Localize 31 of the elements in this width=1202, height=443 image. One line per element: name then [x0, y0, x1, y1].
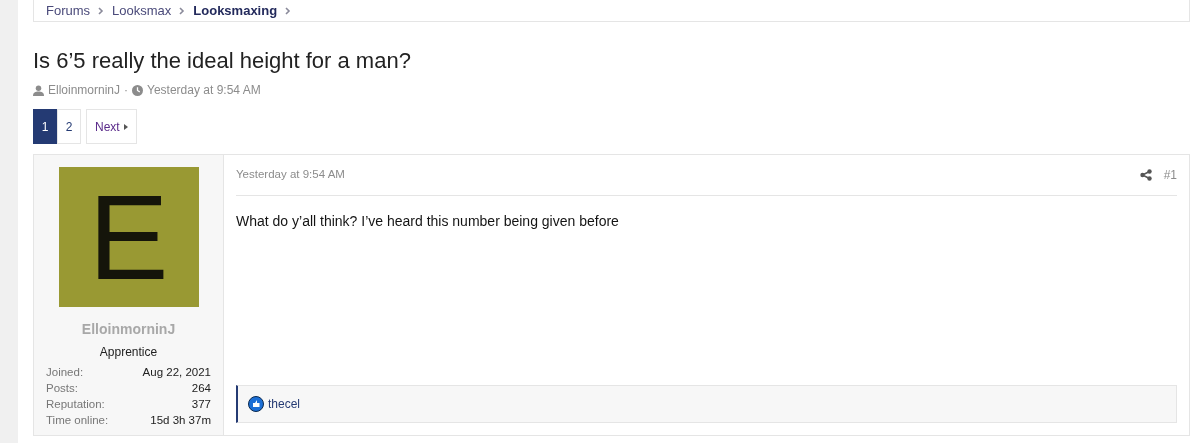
breadcrumb-link[interactable]: Forums: [46, 0, 91, 21]
post-body: What do y’all think? I’ve heard this number being given before: [236, 212, 620, 231]
separator: ·: [124, 82, 129, 99]
author-link[interactable]: ElloinmorninJ: [48, 81, 121, 99]
stat-label: Time online:: [46, 413, 109, 428]
thread-title: Is 6’5 really the ideal height for a man?: [33, 47, 412, 75]
post-time: Yesterday at 9:54 AM: [236, 167, 345, 183]
clock-icon: [132, 84, 144, 96]
chevron-icon: [98, 6, 105, 15]
share-icon[interactable]: [1139, 169, 1152, 181]
caret-icon: [123, 123, 128, 130]
next-button[interactable]: Next: [86, 109, 137, 144]
chevron-icon: [179, 6, 186, 15]
reaction-user-link[interactable]: thecel: [268, 395, 301, 413]
stat-label: Reputation:: [46, 397, 105, 412]
user-rank: Apprentice: [99, 344, 158, 361]
thread-time: Yesterday at 9:54 AM: [147, 82, 261, 99]
avatar: E: [58, 167, 199, 307]
stat-value: 15d 3h 37m: [150, 413, 211, 428]
stat-value: 264: [191, 381, 211, 396]
stat-value: 377: [191, 397, 211, 412]
like-icon: [248, 396, 264, 412]
page-button[interactable]: 2: [57, 109, 81, 144]
stat-label: Joined:: [46, 365, 84, 380]
stat-value: Aug 22, 2021: [142, 365, 211, 380]
page-button[interactable]: 1: [33, 109, 57, 144]
breadcrumb-link[interactable]: Looksmaxing: [193, 0, 278, 21]
stat-label: Posts:: [46, 381, 78, 396]
user-icon: [33, 84, 44, 96]
breadcrumb-link[interactable]: Looksmax: [112, 0, 172, 21]
chevron-icon: [285, 6, 292, 15]
